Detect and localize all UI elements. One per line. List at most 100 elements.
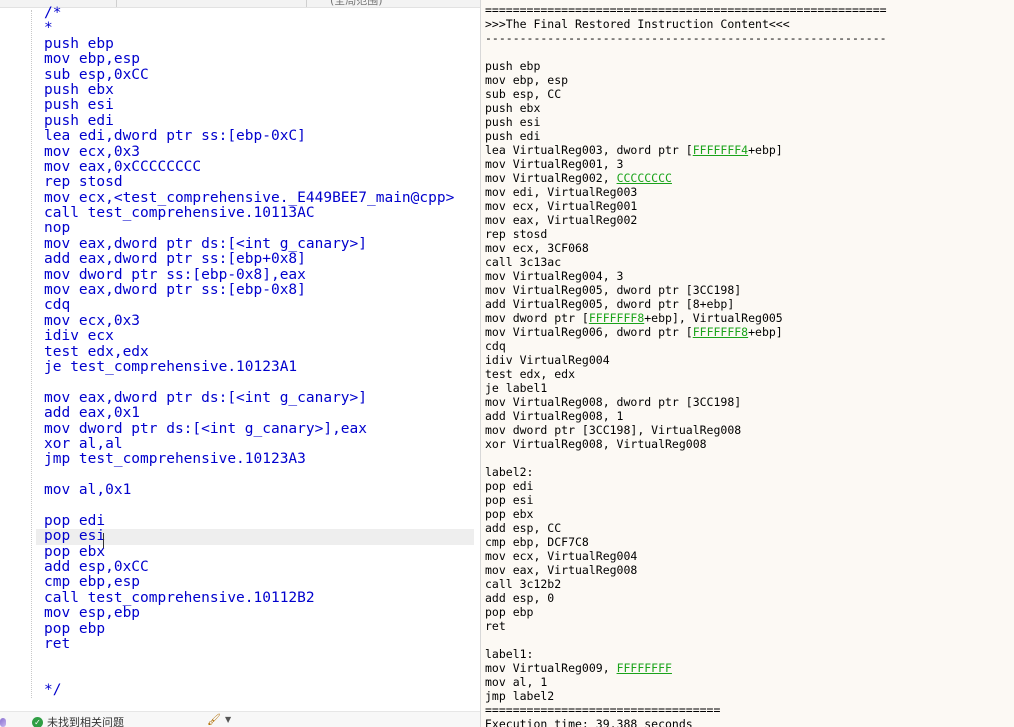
code-line[interactable]: */	[44, 682, 474, 698]
code-line[interactable]: test edx,edx	[44, 344, 474, 360]
output-text-segment: pop esi	[485, 493, 534, 507]
code-line[interactable]: mov ecx,<test_comprehensive._E449BEE7_ma…	[44, 190, 474, 206]
code-line[interactable]: mov eax,dword ptr ds:[<int g_canary>]	[44, 236, 474, 252]
code-line[interactable]: je test_comprehensive.10123A1	[44, 359, 474, 375]
output-text-segment: mov ebp, esp	[485, 73, 569, 87]
code-line[interactable]: cmp ebp,esp	[44, 575, 474, 591]
code-line[interactable]: ret	[44, 636, 474, 652]
check-circle-icon: ✓	[32, 716, 43, 727]
code-line[interactable]: pop edi	[44, 513, 474, 529]
code-line[interactable]: mov dword ptr ds:[<int g_canary>],eax	[44, 421, 474, 437]
output-text-segment: +ebp], VirtualReg005	[644, 311, 783, 325]
code-line[interactable]: push ebp	[44, 36, 474, 52]
code-line[interactable]: mov eax,dword ptr ss:[ebp-0x8]	[44, 282, 474, 298]
output-text-segment: label1:	[485, 647, 534, 661]
code-editor-pane[interactable]: (全局范围) /* * push ebp mov ebp,esp sub esp,0xC…	[0, 0, 480, 727]
code-line[interactable]: /*	[44, 5, 474, 21]
code-line[interactable]: rep stosd	[44, 174, 474, 190]
output-text-segment: ========================================…	[485, 3, 887, 17]
output-line: >>>The Final Restored Instruction Conten…	[485, 17, 887, 31]
output-line: ret	[485, 619, 887, 633]
output-line: mov VirtualReg002, CCCCCCCC	[485, 171, 887, 185]
output-text-segment: mov VirtualReg004, 3	[485, 269, 624, 283]
output-line: mov edi, VirtualReg003	[485, 185, 887, 199]
address-link[interactable]: FFFFFFF8	[589, 311, 644, 325]
output-text-segment: mov dword ptr [	[485, 311, 589, 325]
output-line: label1:	[485, 647, 887, 661]
code-line[interactable]: mov dword ptr ss:[ebp-0x8],eax	[44, 267, 474, 283]
code-line[interactable]: call test_comprehensive.10113AC	[44, 205, 474, 221]
code-line[interactable]: mov eax,dword ptr ds:[<int g_canary>]	[44, 390, 474, 406]
address-link[interactable]: FFFFFFF8	[693, 325, 748, 339]
code-line[interactable]: nop	[44, 221, 474, 237]
output-text-segment: pop ebp	[485, 605, 534, 619]
code-line[interactable]	[44, 375, 474, 390]
code-line[interactable]: mov al,0x1	[44, 482, 474, 498]
code-line[interactable]: pop esi	[36, 528, 474, 545]
output-line: sub esp, CC	[485, 87, 887, 101]
output-text-segment: rep stosd	[485, 227, 548, 241]
output-text-segment: ==================================	[485, 703, 721, 717]
output-line: rep stosd	[485, 227, 887, 241]
output-line: label2:	[485, 465, 887, 479]
code-line[interactable]: idiv ecx	[44, 328, 474, 344]
output-line: add VirtualReg008, 1	[485, 409, 887, 423]
issues-status[interactable]: ✓ 未找到相关问题	[32, 714, 124, 727]
code-line[interactable]: push esi	[44, 97, 474, 113]
address-link[interactable]: CCCCCCCC	[617, 171, 672, 185]
code-line[interactable]: xor al,al	[44, 436, 474, 452]
address-link[interactable]: FFFFFFF4	[693, 143, 748, 157]
code-line[interactable]: pop ebx	[44, 544, 474, 560]
output-text-segment: mov al, 1	[485, 675, 548, 689]
output-text-segment: mov eax, VirtualReg002	[485, 213, 638, 227]
code-text[interactable]: /* * push ebp mov ebp,esp sub esp,0xCC push e…	[36, 5, 474, 699]
code-line[interactable]: call test_comprehensive.10112B2	[44, 590, 474, 606]
code-line[interactable]: mov esp,ebp	[44, 605, 474, 621]
output-line: push ebp	[485, 59, 887, 73]
output-text-segment: mov VirtualReg005, dword ptr [3CC198]	[485, 283, 742, 297]
output-line: push esi	[485, 115, 887, 129]
output-text-segment: push edi	[485, 129, 541, 143]
output-text-segment: >>>The Final Restored Instruction Conten…	[485, 17, 790, 31]
output-console[interactable]: ========================================…	[481, 0, 1014, 727]
code-line[interactable]: push edi	[44, 113, 474, 129]
code-line[interactable]	[44, 468, 474, 483]
code-line[interactable]: mov ecx,0x3	[44, 313, 474, 329]
code-line[interactable]: *	[44, 20, 474, 36]
output-line: Execution time: 39.388 seconds	[485, 717, 887, 727]
output-line: mov VirtualReg005, dword ptr [3CC198]	[485, 283, 887, 297]
text-caret	[103, 533, 104, 548]
code-line[interactable]: mov eax,0xCCCCCCCC	[44, 159, 474, 175]
output-line: add VirtualReg005, dword ptr [8+ebp]	[485, 297, 887, 311]
code-line[interactable]: mov ebp,esp	[44, 51, 474, 67]
code-line[interactable]: mov ecx,0x3	[44, 144, 474, 160]
code-line[interactable]: cdq	[44, 298, 474, 314]
output-line: call 3c12b2	[485, 577, 887, 591]
code-line[interactable]: jmp test_comprehensive.10123A3	[44, 451, 474, 467]
code-line[interactable]	[44, 499, 474, 514]
output-line: mov ecx, VirtualReg004	[485, 549, 887, 563]
margin-marker	[0, 718, 6, 727]
code-line[interactable]: add esp,0xCC	[44, 559, 474, 575]
code-line[interactable]: sub esp,0xCC	[44, 67, 474, 83]
address-link[interactable]: FFFFFFFF	[617, 661, 672, 675]
output-text-segment: cmp ebp, DCF7C8	[485, 535, 589, 549]
output-line: mov ecx, 3CF068	[485, 241, 887, 255]
code-line[interactable]: add eax,0x1	[44, 405, 474, 421]
code-line[interactable]: push ebx	[44, 82, 474, 98]
code-line[interactable]: lea edi,dword ptr ss:[ebp-0xC]	[44, 128, 474, 144]
code-line[interactable]	[44, 668, 474, 683]
output-line: mov dword ptr [3CC198], VirtualReg008	[485, 423, 887, 437]
output-line: ----------------------------------------…	[485, 31, 887, 45]
output-line: mov eax, VirtualReg008	[485, 563, 887, 577]
output-line: mov ebp, esp	[485, 73, 887, 87]
output-line: pop ebx	[485, 507, 887, 521]
editor-status-bar: ✓ 未找到相关问题 🖌 ▼	[0, 711, 480, 727]
code-cleanup-button[interactable]: 🖌 ▼	[207, 714, 231, 725]
output-text-segment: test edx, edx	[485, 367, 576, 381]
code-line[interactable]: pop ebp	[44, 621, 474, 637]
code-line[interactable]	[44, 652, 474, 667]
code-line[interactable]: add eax,dword ptr ss:[ebp+0x8]	[44, 251, 474, 267]
output-text-segment: mov VirtualReg009,	[485, 661, 617, 675]
